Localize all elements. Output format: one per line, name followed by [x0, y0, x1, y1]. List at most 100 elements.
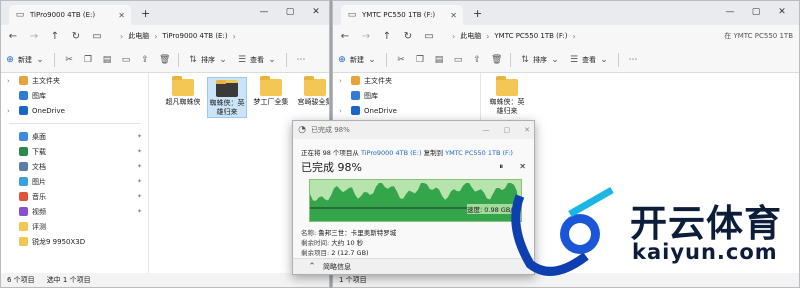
delete-icon[interactable]: 🗑: [491, 55, 502, 65]
title-bar: ▭ YMTC PC550 1TB (F:) ✕ + — ▢ ✕: [333, 1, 799, 25]
copy-icon[interactable]: ❐: [83, 55, 93, 65]
breadcrumb-item[interactable]: TiPro9000 4TB (E:): [162, 32, 227, 40]
forward-icon[interactable]: →: [360, 31, 372, 42]
paste-icon[interactable]: ▤: [102, 55, 112, 65]
sidebar-item-label: 视频: [32, 207, 46, 216]
new-button[interactable]: ⊕ 新建 ⌄: [5, 55, 45, 65]
sidebar-item[interactable]: 音乐 ✦: [1, 189, 148, 204]
sidebar-item-label: 评测: [32, 222, 46, 231]
command-bar: ⊕ 新建 ⌄ ✂ ❐ ▤ ▭ ⇪ 🗑 ⇅ 排序 ⌄ ☰ 查看 ⌄ ⋯: [333, 47, 799, 73]
new-button[interactable]: ⊕ 新建 ⌄: [337, 55, 377, 65]
cut-icon[interactable]: ✂: [396, 55, 406, 65]
sidebar-item[interactable]: 图库: [333, 88, 480, 103]
sort-button[interactable]: ⇅ 排序 ⌄: [520, 55, 560, 65]
sidebar-item[interactable]: 视频 ✦: [1, 204, 148, 219]
chevron-right-icon[interactable]: ›: [339, 107, 342, 115]
sidebar-item[interactable]: 锐龙9 9950X3D: [1, 234, 148, 249]
maximize-icon[interactable]: ▢: [504, 126, 511, 134]
view-button[interactable]: ☰ 查看 ⌄: [569, 55, 609, 65]
destination-link[interactable]: YMTC PC550 1TB (F:): [445, 149, 513, 157]
sidebar-item[interactable]: 图片 ✦: [1, 174, 148, 189]
minimize-icon[interactable]: —: [717, 4, 743, 20]
rename-icon[interactable]: ▭: [453, 55, 463, 65]
up-icon[interactable]: ↑: [49, 31, 61, 42]
sidebar-item[interactable]: 图库: [1, 88, 148, 103]
share-icon[interactable]: ⇪: [472, 55, 482, 65]
view-button[interactable]: ☰ 查看 ⌄: [237, 55, 277, 65]
delete-icon[interactable]: 🗑: [159, 55, 170, 65]
breadcrumb-item[interactable]: YMTC PC550 1TB (F:): [494, 32, 567, 40]
back-icon[interactable]: ←: [339, 31, 351, 42]
close-tab-icon[interactable]: ✕: [450, 11, 457, 20]
folder-item[interactable]: 梦工厂全集: [251, 76, 291, 107]
pause-icon[interactable]: ⏸: [499, 162, 503, 172]
address-bar-row: ← → ↑ ↻ ▭ › 此电脑 › TiPro9000 4TB (E:) ›: [1, 25, 329, 47]
minimize-icon[interactable]: —: [251, 4, 277, 20]
sidebar-item-label: 图库: [32, 91, 46, 100]
sidebar-item[interactable]: › 主文件夹: [333, 73, 480, 88]
close-icon[interactable]: ✕: [303, 4, 329, 20]
forward-icon[interactable]: →: [28, 31, 40, 42]
folder-icon: [19, 222, 28, 231]
close-icon[interactable]: ✕: [769, 4, 795, 20]
view-icon: ☰: [569, 54, 579, 65]
share-icon[interactable]: ⇪: [140, 55, 150, 65]
chevron-right-icon[interactable]: ›: [339, 77, 342, 85]
search-input[interactable]: 在 YMTC PC550 1TB: [724, 31, 793, 41]
minimize-icon[interactable]: —: [483, 126, 490, 134]
cloud-icon: [19, 106, 28, 115]
close-tab-icon[interactable]: ✕: [118, 11, 125, 20]
breadcrumb-item[interactable]: 此电脑: [460, 31, 481, 41]
folder-item[interactable]: 蜘蛛侠：英雄归来: [487, 76, 527, 116]
copy-progress-icon: ◔: [298, 125, 306, 135]
up-icon[interactable]: ↑: [381, 31, 393, 42]
close-icon[interactable]: ✕: [524, 126, 530, 134]
percent-complete: 已完成 98%: [301, 161, 362, 174]
sidebar-item[interactable]: › OneDrive: [333, 103, 480, 118]
home-icon: [351, 76, 360, 85]
folder-icon: [19, 237, 28, 246]
tab-drive-e[interactable]: ▭ TiPro9000 4TB (E:) ✕: [9, 5, 131, 25]
new-tab-icon[interactable]: +: [141, 7, 150, 20]
more-icon[interactable]: ⋯: [628, 55, 638, 65]
chevron-right-icon[interactable]: ›: [7, 107, 10, 115]
new-tab-icon[interactable]: +: [473, 7, 482, 20]
less-info-toggle[interactable]: ⌃ 简略信息: [293, 258, 534, 274]
source-link[interactable]: TiPro9000 4TB (E:): [361, 149, 422, 157]
pin-icon: ✦: [137, 148, 143, 155]
folder-item[interactable]: 超凡蜘蛛侠: [163, 76, 203, 107]
tab-drive-f[interactable]: ▭ YMTC PC550 1TB (F:) ✕: [341, 5, 463, 25]
copy-icon[interactable]: ❐: [415, 55, 425, 65]
breadcrumb[interactable]: › 此电脑 › YMTC PC550 1TB (F:) ›: [452, 31, 576, 41]
watermark-brand-cn: 开云体育: [630, 202, 782, 245]
paste-icon[interactable]: ▤: [434, 55, 444, 65]
maximize-icon[interactable]: ▢: [743, 4, 769, 20]
sidebar-item[interactable]: › OneDrive: [1, 103, 148, 118]
more-icon[interactable]: ⋯: [296, 55, 306, 65]
rename-icon[interactable]: ▭: [121, 55, 131, 65]
chevron-down-icon: ⌄: [368, 54, 376, 65]
sidebar-item[interactable]: 文档 ✦: [1, 159, 148, 174]
sidebar-item[interactable]: 评测: [1, 219, 148, 234]
back-icon[interactable]: ←: [7, 31, 19, 42]
maximize-icon[interactable]: ▢: [277, 4, 303, 20]
breadcrumb-item[interactable]: 此电脑: [128, 31, 149, 41]
cut-icon[interactable]: ✂: [64, 55, 74, 65]
sidebar-item-label: OneDrive: [32, 106, 65, 115]
sort-button[interactable]: ⇅ 排序 ⌄: [188, 55, 228, 65]
refresh-icon[interactable]: ↻: [70, 31, 82, 42]
folder-item[interactable]: 宫崎骏全集: [295, 76, 329, 107]
chevron-right-icon[interactable]: ›: [7, 77, 10, 85]
sidebar-item[interactable]: 下载 ✦: [1, 144, 148, 159]
music-icon: [19, 192, 28, 201]
desktop-icon: [19, 132, 28, 141]
cancel-icon[interactable]: ✕: [519, 162, 526, 172]
breadcrumb[interactable]: › 此电脑 › TiPro9000 4TB (E:) ›: [120, 31, 236, 41]
pin-icon: ✦: [137, 163, 143, 170]
sidebar-item[interactable]: 桌面 ✦: [1, 129, 148, 144]
sidebar-item[interactable]: › 主文件夹: [1, 73, 148, 88]
chevron-down-icon: ⌄: [268, 54, 276, 65]
refresh-icon[interactable]: ↻: [402, 31, 414, 42]
folder-item[interactable]: 蜘蛛侠：英雄归来: [207, 77, 247, 118]
window-controls: — ▢ ✕: [717, 4, 795, 20]
